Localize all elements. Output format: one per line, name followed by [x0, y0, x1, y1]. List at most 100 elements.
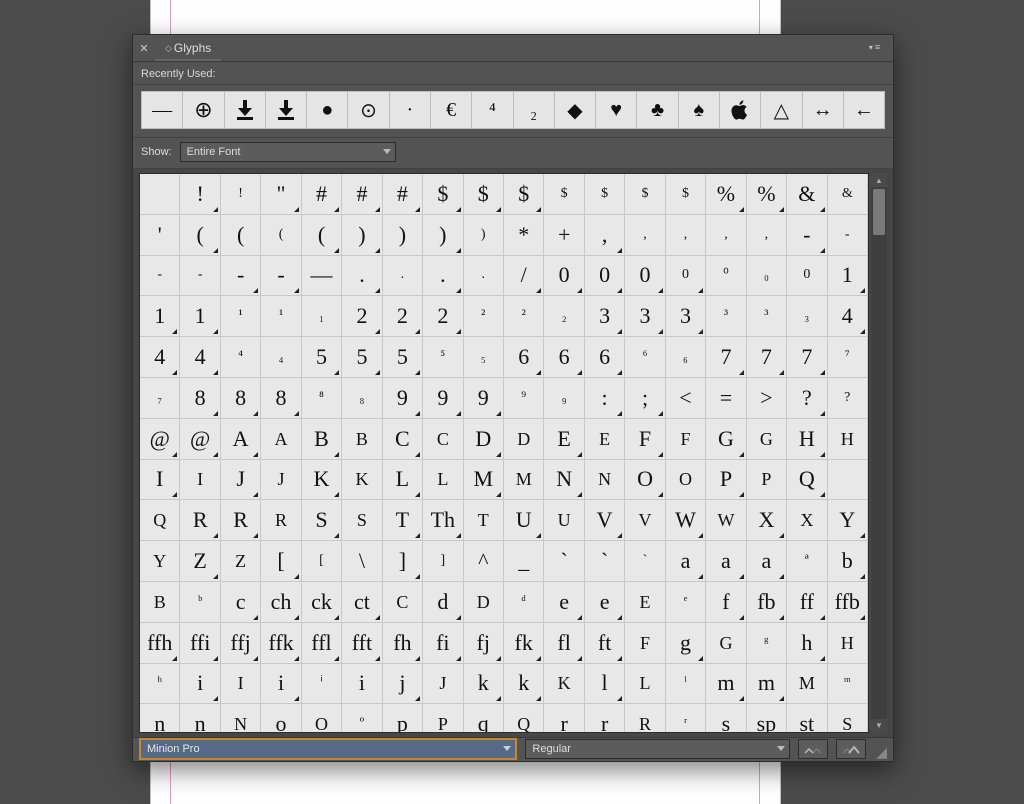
- zoom-in-button[interactable]: [836, 739, 866, 759]
- glyph-cell[interactable]: q: [464, 704, 504, 732]
- recent-glyph[interactable]: [266, 91, 307, 129]
- glyph-cell[interactable]: U: [544, 500, 584, 541]
- glyph-cell[interactable]: !: [180, 174, 220, 215]
- glyph-cell[interactable]: `: [585, 541, 625, 582]
- glyph-cell[interactable]: ): [383, 215, 423, 256]
- recent-glyph[interactable]: ♥: [596, 91, 637, 129]
- glyph-cell[interactable]: ff: [787, 582, 827, 623]
- glyph-cell[interactable]: 9: [383, 378, 423, 419]
- glyph-cell[interactable]: ck: [302, 582, 342, 623]
- glyph-cell[interactable]: Q: [140, 500, 180, 541]
- glyph-cell[interactable]: ₂: [544, 296, 584, 337]
- glyph-cell[interactable]: @: [180, 419, 220, 460]
- glyph-cell[interactable]: n: [140, 704, 180, 732]
- glyph-cell[interactable]: =: [706, 378, 746, 419]
- glyph-cell[interactable]: 5: [383, 337, 423, 378]
- glyph-cell[interactable]: a: [666, 541, 706, 582]
- glyph-cell[interactable]: U: [504, 500, 544, 541]
- glyph-cell[interactable]: ³: [706, 296, 746, 337]
- glyph-cell[interactable]: B: [342, 419, 382, 460]
- glyph-cell[interactable]: fft: [342, 623, 382, 664]
- glyph-cell[interactable]: &: [828, 174, 868, 215]
- glyph-cell[interactable]: ,: [666, 215, 706, 256]
- glyph-cell[interactable]: H: [828, 623, 868, 664]
- scroll-up-icon[interactable]: ▲: [871, 173, 887, 187]
- glyph-cell[interactable]: fb: [747, 582, 787, 623]
- glyph-cell[interactable]: (: [180, 215, 220, 256]
- recent-glyph[interactable]: [225, 91, 266, 129]
- glyph-cell[interactable]: Z: [221, 541, 261, 582]
- glyph-cell[interactable]: `: [625, 541, 665, 582]
- glyph-cell[interactable]: /: [504, 256, 544, 297]
- glyph-cell[interactable]: ': [140, 215, 180, 256]
- glyph-cell[interactable]: 0: [666, 256, 706, 297]
- glyph-cell[interactable]: ffb: [828, 582, 868, 623]
- recent-glyph[interactable]: ◆: [555, 91, 596, 129]
- glyph-cell[interactable]: X: [787, 500, 827, 541]
- glyph-cell[interactable]: ?: [787, 378, 827, 419]
- glyph-cell[interactable]: H: [828, 419, 868, 460]
- glyph-cell[interactable]: 1: [140, 296, 180, 337]
- glyph-cell[interactable]: -: [221, 256, 261, 297]
- glyph-cell[interactable]: S: [302, 500, 342, 541]
- glyph-cell[interactable]: 7: [747, 337, 787, 378]
- glyph-cell[interactable]: 9: [423, 378, 463, 419]
- glyph-cell[interactable]: -: [140, 256, 180, 297]
- glyph-cell[interactable]: ᵉ: [666, 582, 706, 623]
- glyph-cell[interactable]: ₁: [302, 296, 342, 337]
- glyph-cell[interactable]: *: [504, 215, 544, 256]
- glyph-cell[interactable]: K: [342, 460, 382, 501]
- glyph-cell[interactable]: ,: [747, 215, 787, 256]
- glyph-cell[interactable]: 5: [342, 337, 382, 378]
- recent-glyph[interactable]: ♣: [637, 91, 678, 129]
- glyph-cell[interactable]: st: [787, 704, 827, 732]
- glyph-cell[interactable]: (: [261, 215, 301, 256]
- glyph-cell[interactable]: Y: [140, 541, 180, 582]
- glyph-cell[interactable]: $: [544, 174, 584, 215]
- glyph-cell[interactable]: a: [706, 541, 746, 582]
- glyph-cell[interactable]: Q: [504, 704, 544, 732]
- recent-glyph[interactable]: ↔: [803, 91, 844, 129]
- glyph-cell[interactable]: $: [666, 174, 706, 215]
- glyph-cell[interactable]: d: [423, 582, 463, 623]
- glyph-cell[interactable]: P: [706, 460, 746, 501]
- recent-glyph[interactable]: ⊙: [348, 91, 389, 129]
- glyph-cell[interactable]: .: [423, 256, 463, 297]
- glyph-cell[interactable]: (: [302, 215, 342, 256]
- glyph-cell[interactable]: >: [747, 378, 787, 419]
- glyph-cell[interactable]: b: [828, 541, 868, 582]
- glyph-cell[interactable]: ct: [342, 582, 382, 623]
- glyph-cell[interactable]: f: [706, 582, 746, 623]
- panel-menu-icon[interactable]: ▾ ≡: [861, 37, 889, 57]
- glyph-cell[interactable]: ʳ: [666, 704, 706, 732]
- tab-glyphs[interactable]: ◇ Glyphs: [155, 37, 221, 61]
- glyph-cell[interactable]: ft: [585, 623, 625, 664]
- recent-glyph[interactable]: ⁴: [472, 91, 513, 129]
- glyph-cell[interactable]: G: [706, 623, 746, 664]
- glyph-cell[interactable]: B: [140, 582, 180, 623]
- glyph-cell[interactable]: 1: [180, 296, 220, 337]
- glyph-cell[interactable]: ;: [625, 378, 665, 419]
- glyph-cell[interactable]: 8: [180, 378, 220, 419]
- glyph-cell[interactable]: ª: [787, 541, 827, 582]
- glyph-cell[interactable]: e: [585, 582, 625, 623]
- glyph-cell[interactable]: !: [221, 174, 261, 215]
- glyph-cell[interactable]: ⁸: [302, 378, 342, 419]
- recent-glyph[interactable]: —: [141, 91, 183, 129]
- glyph-cell[interactable]: 4: [140, 337, 180, 378]
- glyph-cell[interactable]: s: [706, 704, 746, 732]
- glyph-cell[interactable]: X: [747, 500, 787, 541]
- glyph-cell[interactable]: M: [464, 460, 504, 501]
- glyph-cell[interactable]: fl: [544, 623, 584, 664]
- glyph-cell[interactable]: 3: [625, 296, 665, 337]
- glyph-cell[interactable]: ,: [706, 215, 746, 256]
- glyph-cell[interactable]: ffj: [221, 623, 261, 664]
- glyph-cell[interactable]: 8: [221, 378, 261, 419]
- scroll-down-icon[interactable]: ▼: [871, 719, 887, 733]
- glyph-cell[interactable]: ¹: [221, 296, 261, 337]
- glyph-cell[interactable]: D: [464, 419, 504, 460]
- glyph-cell[interactable]: a: [747, 541, 787, 582]
- glyph-cell[interactable]: ₅: [464, 337, 504, 378]
- glyph-cell[interactable]: i: [180, 664, 220, 705]
- glyph-cell[interactable]: 7: [706, 337, 746, 378]
